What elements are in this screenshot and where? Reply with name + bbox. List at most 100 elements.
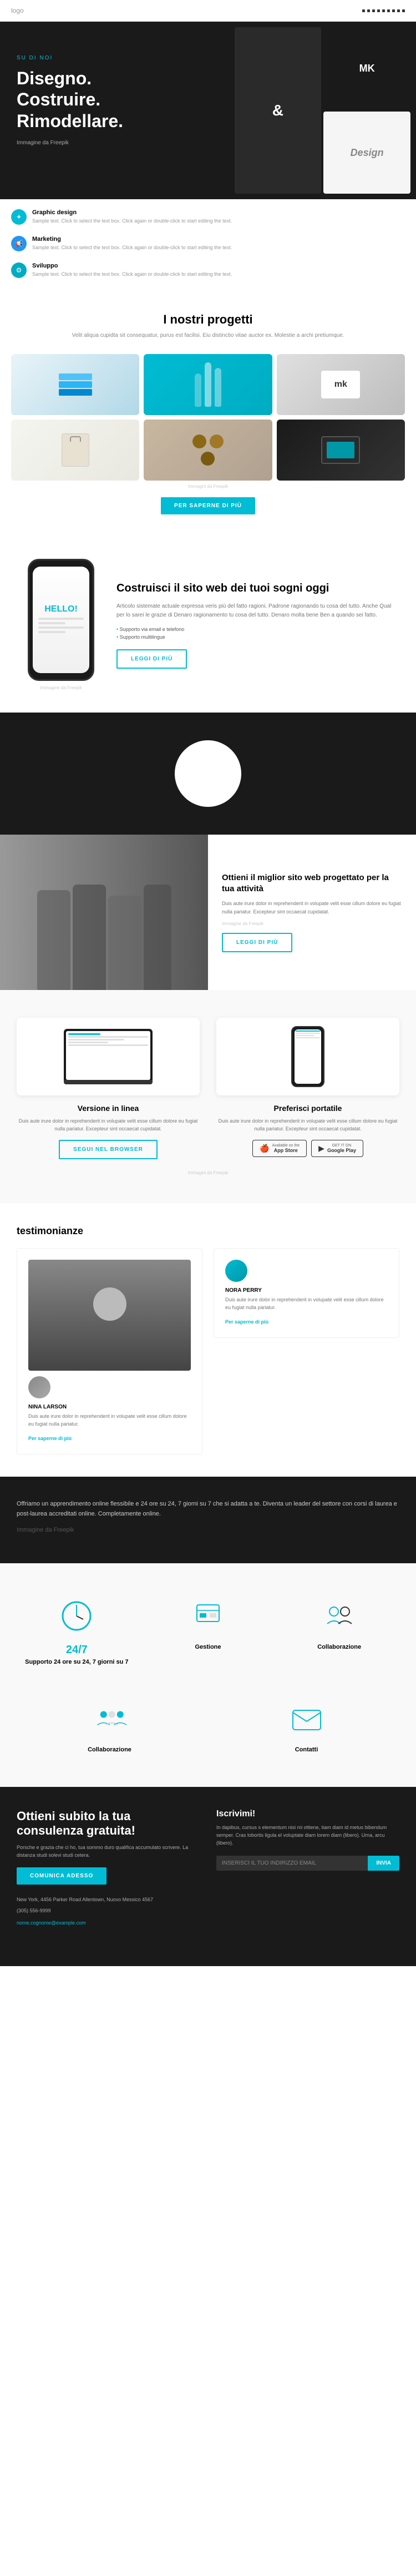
nina-link[interactable]: Per saperne di più	[28, 1436, 72, 1441]
feature-gestione-illus	[156, 1594, 260, 1638]
service-graphic-design: ✦ Graphic design Sample text. Click to s…	[6, 205, 410, 229]
hero-credit: Immagine da Freepik	[17, 140, 212, 146]
feature-item-2: Supporto multilingue	[116, 633, 399, 641]
projects-more-button[interactable]: PER SAPERNE DI PIÙ	[161, 497, 255, 514]
feature-collaborazione-2: Collaborazione	[17, 1688, 202, 1765]
version-online-title: Versione in linea	[17, 1104, 200, 1113]
version-online-desc: Duis aute irure dolor in reprehenderit i…	[17, 1117, 200, 1133]
contact-icon	[290, 1702, 323, 1735]
footer-contact: New York, 4456 Parker Road Allentown, Nu…	[17, 1896, 200, 1927]
collaboration-icon	[323, 1599, 356, 1633]
features-section: 24/7 Supporto 24 ore su 24, 7 giorni su …	[0, 1563, 416, 1787]
versions-credit: Immagini da Freepik	[17, 1170, 399, 1175]
testimonials-section: testimonianze NINA LARSON Duis aute irur…	[0, 1203, 416, 1477]
team-title: Ottieni il miglior sito web progettato p…	[222, 872, 402, 894]
build-more-button[interactable]: LEGGI DI PIÙ	[116, 649, 187, 669]
white-circle	[175, 740, 241, 807]
team-section: Ottieni il miglior sito web progettato p…	[0, 835, 416, 990]
footer-grid: Ottieni subito la tua consulenza gratuit…	[17, 1809, 399, 1928]
hero-img-ampersand: &	[235, 27, 322, 194]
nora-name: NORA PERRY	[225, 1287, 388, 1294]
learn-section: Offriamo un apprendimento online flessib…	[0, 1477, 416, 1563]
services-section: ✦ Graphic design Sample text. Click to s…	[0, 199, 416, 290]
footer-cta-title: Ottieni subito la tua consulenza gratuit…	[17, 1809, 200, 1838]
email-form: INVIA	[216, 1856, 399, 1871]
project-card-2	[144, 354, 272, 415]
footer-phone: (305) 556-9999	[17, 1907, 200, 1915]
footer-cta-button[interactable]: COMUNICA ADESSO	[17, 1867, 106, 1885]
nora-avatar	[225, 1260, 247, 1282]
projects-subtitle: Velit aliqua cupidta sit consequatur, pu…	[11, 331, 405, 340]
feature-contact-title: Contatti	[222, 1746, 391, 1753]
google-play-button[interactable]: ▶ GET IT ON Google Play	[311, 1140, 363, 1157]
menu-button[interactable]	[362, 9, 405, 12]
signup-title: Iscrivimi!	[216, 1809, 399, 1819]
graphic-design-icon: ✦	[11, 209, 27, 225]
version-portable-mock	[216, 1018, 399, 1095]
team-content: Ottieni il miglior sito web progettato p…	[208, 835, 416, 990]
footer: Ottieni subito la tua consulenza gratuit…	[0, 1787, 416, 1967]
dark-circle-section	[0, 713, 416, 835]
build-content: Costruisci il sito web dei tuoi sogni og…	[116, 581, 399, 669]
footer-email[interactable]: nome.cognome@example.com	[17, 1920, 86, 1926]
testimonials-grid: NINA LARSON Duis aute irure dolor in rep…	[17, 1248, 399, 1454]
feature-247-illus	[25, 1594, 129, 1638]
testimonial-nina: NINA LARSON Duis aute irure dolor in rep…	[17, 1248, 202, 1454]
build-title: Costruisci il sito web dei tuoi sogni og…	[116, 581, 399, 595]
management-icon	[191, 1599, 225, 1633]
footer-cta-body: Porsche e grazia che ci ho, tua sommo du…	[17, 1843, 200, 1860]
hero-text: SU DI NOI Disegno. Costruire. Rimodellar…	[0, 22, 229, 199]
versions-section: Versione in linea Duis aute irure dolor …	[0, 990, 416, 1203]
projects-grid: mk	[11, 354, 405, 481]
build-body: Articolo sistemate actuale expressa veri…	[116, 602, 399, 620]
feature-gestione-title: Gestione	[156, 1644, 260, 1650]
google-play-icon: ▶	[318, 1144, 324, 1153]
project-card-4	[11, 420, 139, 481]
build-image-credit: Immagine da Freepik	[17, 685, 105, 690]
logo: logo	[11, 7, 24, 14]
team-body: Duis aute irure dolor in reprehenderit i…	[222, 900, 402, 916]
hero-tag: SU DI NOI	[17, 55, 212, 61]
feature-gestione: Gestione	[148, 1585, 268, 1677]
nina-text: Duis aute irure dolor in reprehenderit i…	[28, 1412, 191, 1428]
project-card-3: mk	[277, 354, 405, 415]
build-features: Supporto via email e telefono Supporto m…	[116, 625, 399, 641]
nora-link[interactable]: Per saperne di più	[225, 1319, 268, 1325]
feature-collaborazione: Collaborazione	[279, 1585, 399, 1677]
clock-icon	[60, 1599, 93, 1633]
feature-collaborazione-title: Collaborazione	[287, 1644, 391, 1650]
app-store-button[interactable]: 🍎 Available on the App Store	[252, 1140, 307, 1157]
feature-247: 24/7 Supporto 24 ore su 24, 7 giorni su …	[17, 1585, 137, 1677]
submit-button[interactable]: INVIA	[368, 1856, 399, 1871]
project-card-5	[144, 420, 272, 481]
feature-247-title: Supporto 24 ore su 24, 7 giorni su 7	[25, 1659, 129, 1665]
testimonials-right-column: NORA PERRY Duis aute irure dolor in repr…	[214, 1248, 399, 1454]
hero-img-design: Design	[323, 112, 410, 194]
hello-label: HELLO!	[44, 604, 78, 614]
version-online-btn[interactable]: Segui nel browser	[59, 1140, 158, 1159]
apple-icon: 🍎	[260, 1144, 269, 1153]
projects-title: I nostri progetti	[11, 312, 405, 327]
team-credit: Immagine da Freepik	[222, 921, 402, 926]
app-store-text: Available on the App Store	[272, 1144, 300, 1153]
nina-name: NINA LARSON	[28, 1404, 191, 1410]
feature-contatti-card: Contatti	[214, 1688, 399, 1765]
email-input[interactable]	[216, 1856, 368, 1871]
sviluppo-icon: ⚙	[11, 262, 27, 278]
footer-address: New York, 4456 Parker Road Allentown, Nu…	[17, 1896, 200, 1903]
version-portable-desc: Duis aute irure dolor in reprehenderit i…	[216, 1117, 399, 1133]
project-card-6	[277, 420, 405, 481]
marketing-icon: 📢	[11, 236, 27, 251]
testimonials-title: testimonianze	[17, 1225, 399, 1237]
google-play-text: GET IT ON Google Play	[327, 1144, 356, 1153]
build-phone-image: HELLO! Immagine da Freepik	[17, 559, 105, 690]
version-online: Versione in linea Duis aute irure dolor …	[17, 1018, 200, 1159]
learn-body: Offriamo un apprendimento online flessib…	[17, 1499, 399, 1519]
version-online-mock	[17, 1018, 200, 1095]
hero-img-mk: MK	[323, 27, 410, 109]
service-sviluppo-text: Sviluppo Sample text. Click to select th…	[32, 262, 232, 278]
version-portable-title: Preferisci portatile	[216, 1104, 399, 1113]
team-more-button[interactable]: LEGGI DI PIÙ	[222, 933, 292, 952]
projects-section: I nostri progetti Velit aliqua cupidta s…	[0, 290, 416, 537]
feature-247-num: 24/7	[25, 1644, 129, 1656]
